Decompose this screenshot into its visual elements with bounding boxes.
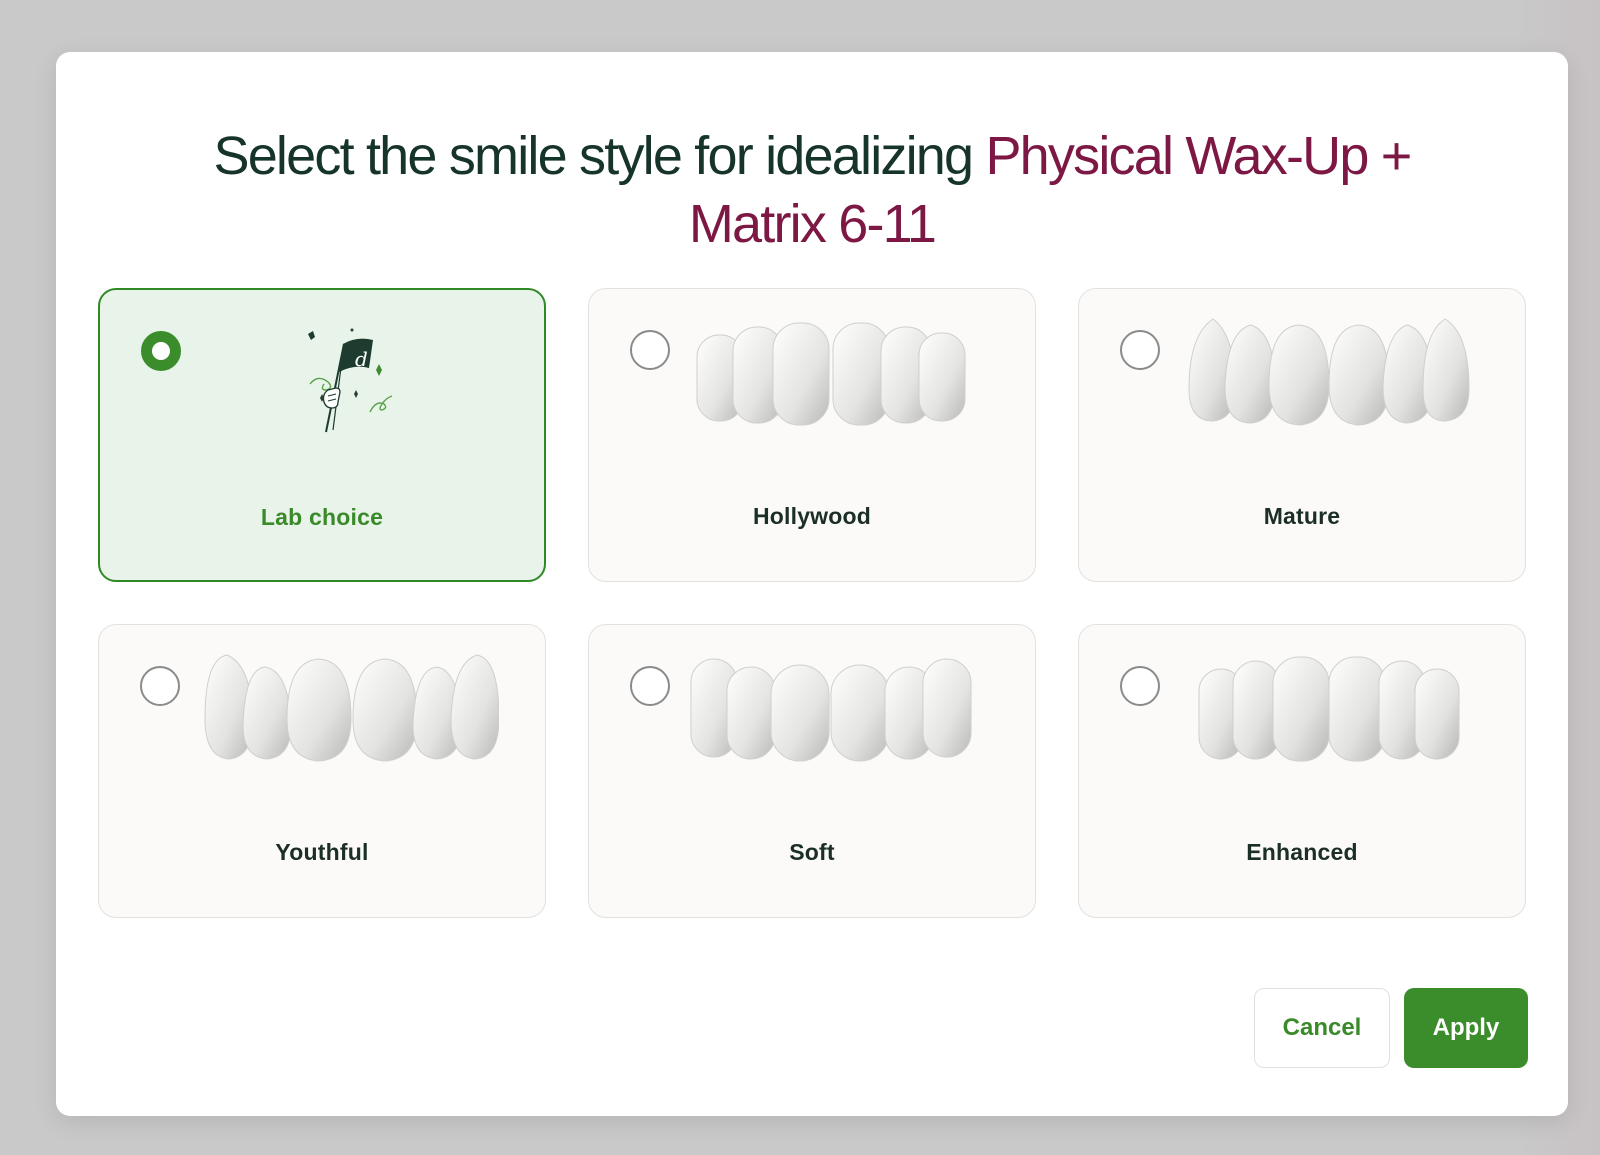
cancel-button[interactable]: Cancel	[1254, 988, 1390, 1068]
radio-youthful[interactable]	[140, 666, 180, 706]
option-label: Lab choice	[260, 504, 384, 530]
teeth-preview-icon	[199, 645, 499, 771]
teeth-preview-icon	[689, 645, 989, 771]
option-label: Hollywood	[752, 503, 872, 529]
smile-style-dialog: Select the smile style for idealizing Ph…	[56, 52, 1568, 1116]
flag-letter: d	[355, 347, 368, 371]
flag-illustration-icon: d	[200, 310, 500, 436]
option-label: Mature	[1263, 503, 1341, 529]
option-lab-choice[interactable]: d Lab choice	[98, 288, 546, 582]
radio-soft[interactable]	[630, 666, 670, 706]
option-enhanced[interactable]: Enhanced	[1078, 624, 1526, 918]
smile-style-options: d Lab choice Hollywood Mature Youthful S…	[98, 288, 1526, 918]
radio-lab-choice[interactable]	[141, 331, 181, 371]
option-hollywood[interactable]: Hollywood	[588, 288, 1036, 582]
teeth-preview-icon	[689, 309, 989, 435]
option-label: Enhanced	[1246, 839, 1358, 865]
title-prefix: Select the smile style for idealizing	[213, 126, 986, 186]
teeth-preview-icon	[1179, 309, 1479, 435]
option-mature[interactable]: Mature	[1078, 288, 1526, 582]
radio-mature[interactable]	[1120, 330, 1160, 370]
radio-hollywood[interactable]	[630, 330, 670, 370]
option-youthful[interactable]: Youthful	[98, 624, 546, 918]
teeth-preview-icon	[1179, 645, 1479, 771]
option-label: Soft	[789, 839, 835, 865]
dialog-title: Select the smile style for idealizing Ph…	[56, 122, 1568, 258]
apply-button[interactable]: Apply	[1404, 988, 1528, 1068]
radio-enhanced[interactable]	[1120, 666, 1160, 706]
option-label: Youthful	[275, 839, 369, 865]
option-soft[interactable]: Soft	[588, 624, 1036, 918]
